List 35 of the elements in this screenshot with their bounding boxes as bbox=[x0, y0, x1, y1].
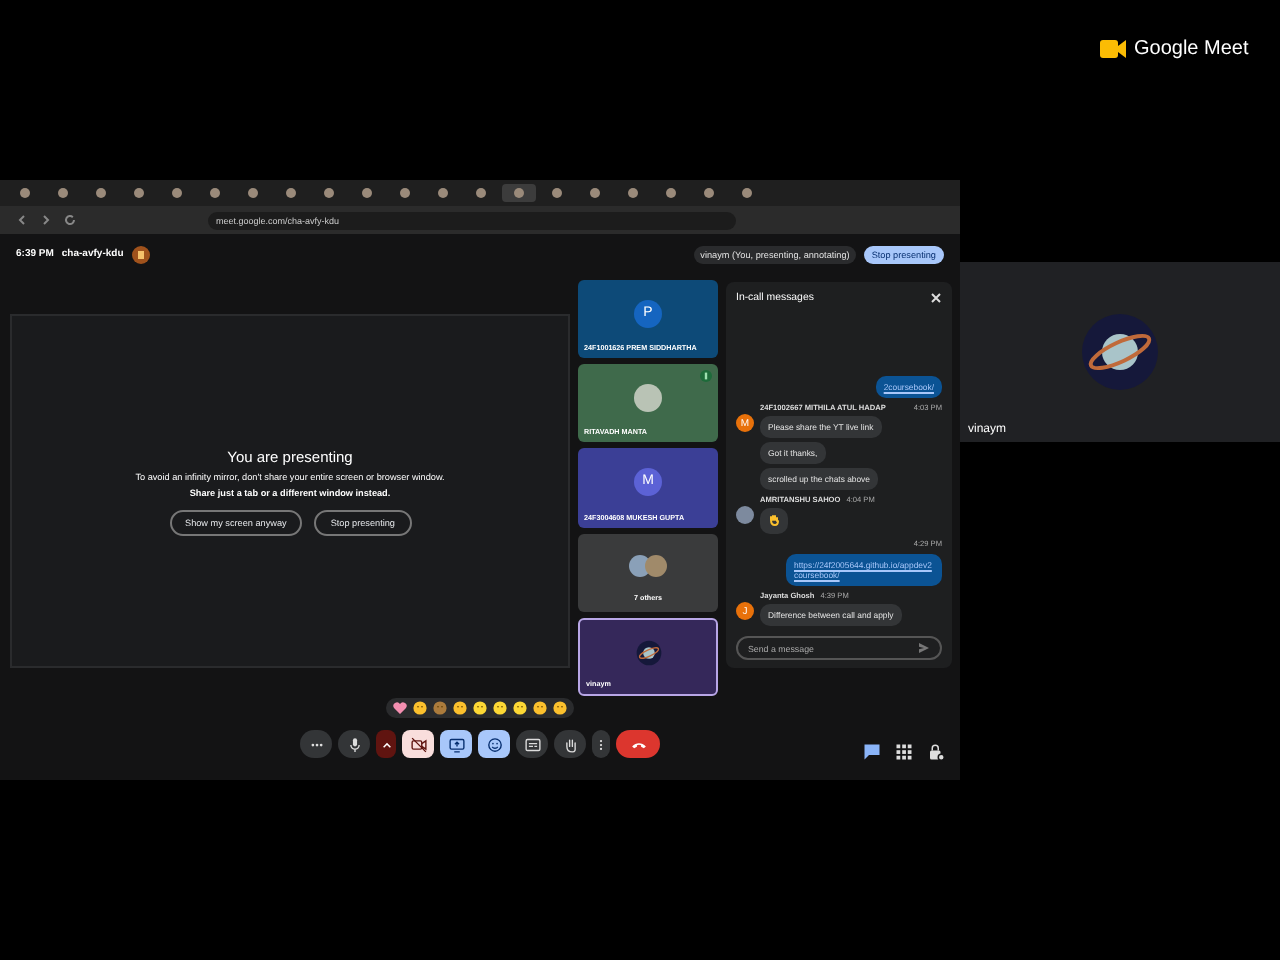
captions-icon bbox=[521, 733, 543, 755]
sender-avatar bbox=[736, 506, 754, 524]
reload-icon[interactable] bbox=[64, 214, 76, 226]
present-button[interactable] bbox=[440, 730, 472, 758]
emoji-icon bbox=[483, 733, 505, 755]
menu-button[interactable] bbox=[592, 730, 610, 758]
chat-icon bbox=[860, 740, 884, 764]
send-icon[interactable] bbox=[918, 642, 930, 654]
lock-button[interactable] bbox=[924, 740, 948, 764]
hand-button[interactable] bbox=[554, 730, 586, 758]
end-button[interactable] bbox=[616, 730, 660, 758]
heart-reaction-icon[interactable] bbox=[392, 700, 408, 716]
mic-button[interactable] bbox=[338, 730, 370, 758]
lock-icon bbox=[924, 740, 948, 764]
apps-button[interactable] bbox=[892, 740, 916, 764]
avatar-photo bbox=[634, 383, 662, 412]
camera-off-button[interactable] bbox=[402, 730, 434, 758]
chat-button[interactable] bbox=[860, 740, 884, 764]
camera-logo-icon bbox=[1100, 37, 1126, 59]
emoji-button[interactable] bbox=[478, 730, 510, 758]
camera-off-icon bbox=[407, 733, 429, 755]
caret-button[interactable] bbox=[376, 730, 396, 758]
hand-icon bbox=[768, 514, 780, 526]
planet-icon bbox=[1080, 312, 1160, 392]
grid-icon bbox=[892, 740, 916, 764]
browser-tab[interactable] bbox=[502, 184, 536, 202]
planet-icon bbox=[635, 639, 661, 666]
captions-button[interactable] bbox=[516, 730, 548, 758]
back-icon[interactable] bbox=[16, 214, 28, 226]
present-icon bbox=[445, 733, 467, 755]
brand-name: Google Meet bbox=[1134, 37, 1249, 59]
group-avatars-icon bbox=[628, 554, 668, 579]
host-badge-icon[interactable] bbox=[131, 245, 150, 263]
forward-icon[interactable] bbox=[40, 214, 52, 226]
close-icon[interactable] bbox=[930, 292, 942, 304]
